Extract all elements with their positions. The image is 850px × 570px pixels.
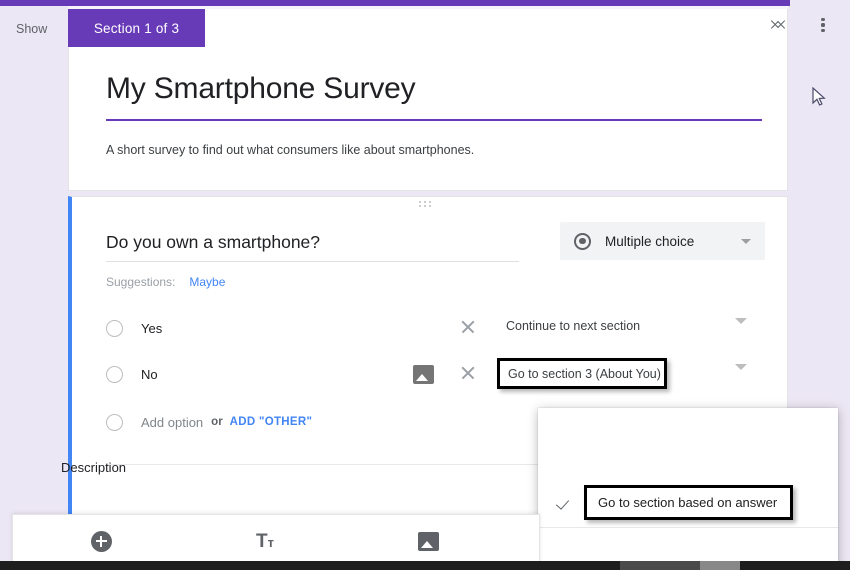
radio-empty-icon — [106, 413, 123, 431]
question-type-select[interactable]: Multiple choice — [560, 222, 765, 260]
option-row[interactable]: No — [106, 362, 158, 386]
add-option-or-text: or — [211, 416, 223, 428]
more-vertical-icon — [821, 17, 825, 33]
page-title[interactable]: My Smartphone Survey — [106, 72, 416, 106]
menu-section-label: Show — [16, 22, 48, 36]
option-row[interactable]: Yes — [106, 316, 162, 340]
caret-down-icon[interactable] — [735, 364, 747, 388]
radio-empty-icon — [106, 365, 123, 383]
add-title-button[interactable]: Tт — [252, 528, 278, 554]
add-image-button[interactable] — [415, 528, 441, 554]
menu-item-go-to-section[interactable]: Go to section based on answer — [584, 485, 793, 520]
question-type-label: Multiple choice — [605, 233, 695, 249]
collapse-section-button[interactable] — [766, 12, 792, 38]
collapse-chevrons-icon — [772, 17, 786, 33]
question-title[interactable]: Do you own a smartphone? — [106, 232, 320, 253]
suggestions-label: Suggestions: — [106, 275, 176, 289]
suggestion-maybe[interactable]: Maybe — [189, 275, 225, 289]
add-option-row[interactable]: Add option or ADD "OTHER" — [106, 410, 312, 434]
branch-select-no[interactable]: Go to section 3 (About You) — [497, 358, 667, 389]
caret-down-icon[interactable] — [735, 318, 747, 342]
close-x-icon[interactable] — [460, 365, 476, 381]
drag-dots-icon[interactable] — [419, 201, 432, 208]
text-title-icon: Tт — [256, 530, 274, 552]
question-title-underline — [106, 261, 519, 262]
radio-empty-icon — [106, 319, 123, 337]
add-image-icon — [417, 531, 439, 551]
add-option-label[interactable]: Add option — [141, 415, 203, 430]
add-other-link[interactable]: ADD "OTHER" — [230, 416, 313, 428]
check-mark-icon — [558, 494, 575, 511]
header-icon-group — [766, 12, 836, 38]
add-image-icon[interactable] — [413, 365, 434, 384]
add-circle-icon — [90, 530, 112, 552]
forms-editor-screen: Section 1 of 3 My Smartphone Survey A sh… — [0, 0, 850, 570]
suggestions-row: Suggestions: Maybe — [106, 275, 225, 289]
menu-item-label: Description — [61, 459, 127, 475]
title-underline — [106, 119, 762, 121]
option-label[interactable]: No — [141, 367, 158, 382]
branch-select-yes[interactable]: Continue to next section — [506, 319, 640, 333]
section-more-menu-button[interactable] — [810, 12, 836, 38]
add-question-button[interactable] — [88, 528, 114, 554]
caret-down-icon — [741, 238, 751, 244]
option-label[interactable]: Yes — [141, 321, 162, 336]
radio-button-icon — [574, 232, 591, 250]
menu-item-description[interactable]: Description — [0, 448, 300, 486]
os-bottom-bar-handle[interactable] — [700, 561, 740, 570]
menu-divider — [538, 527, 838, 528]
section-tab[interactable]: Section 1 of 3 — [68, 9, 205, 47]
form-description[interactable]: A short survey to find out what consumer… — [106, 143, 474, 157]
close-x-icon[interactable] — [460, 319, 476, 335]
